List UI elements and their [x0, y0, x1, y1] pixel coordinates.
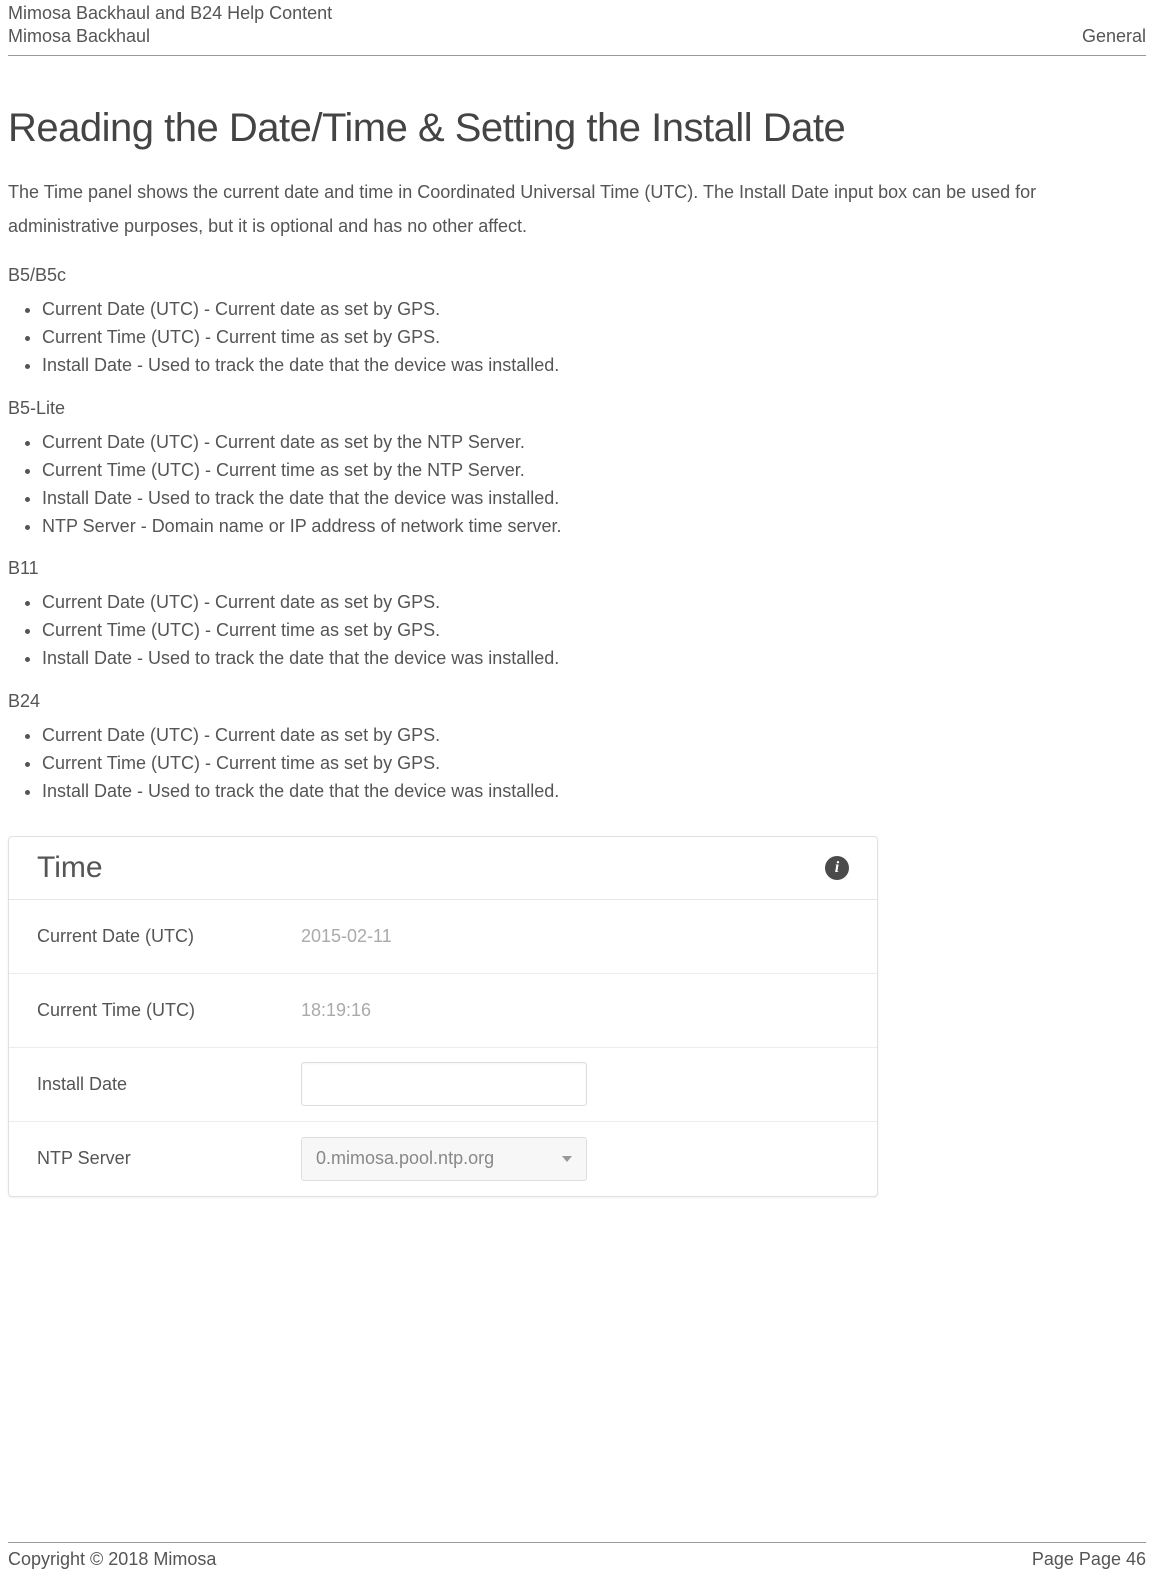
section-label-b24: B24 [8, 691, 1146, 712]
row-current-time: Current Time (UTC) 18:19:16 [9, 974, 877, 1048]
current-time-value: 18:19:16 [301, 1000, 371, 1021]
current-time-label: Current Time (UTC) [37, 1000, 301, 1021]
ntp-server-value: 0.mimosa.pool.ntp.org [316, 1148, 494, 1169]
footer-copyright: Copyright © 2018 Mimosa [8, 1549, 216, 1570]
section-label-b5lite: B5-Lite [8, 398, 1146, 419]
list-item: NTP Server - Domain name or IP address o… [42, 513, 1146, 541]
install-date-label: Install Date [37, 1074, 301, 1095]
ntp-server-label: NTP Server [37, 1148, 301, 1169]
current-date-value: 2015-02-11 [301, 926, 392, 947]
row-current-date: Current Date (UTC) 2015-02-11 [9, 900, 877, 974]
row-ntp-server: NTP Server 0.mimosa.pool.ntp.org [9, 1122, 877, 1196]
time-panel-title: Time [37, 851, 103, 885]
header-left: Mimosa Backhaul and B24 Help Content Mim… [8, 2, 332, 49]
page-header: Mimosa Backhaul and B24 Help Content Mim… [8, 0, 1146, 56]
header-section: General [1082, 25, 1146, 48]
install-date-input[interactable] [301, 1062, 587, 1106]
list-item: Install Date - Used to track the date th… [42, 485, 1146, 513]
list-item: Current Time (UTC) - Current time as set… [42, 750, 1146, 778]
list-b5lite: Current Date (UTC) - Current date as set… [42, 429, 1146, 541]
page-footer: Copyright © 2018 Mimosa Page Page 46 [8, 1542, 1146, 1570]
list-b24: Current Date (UTC) - Current date as set… [42, 722, 1146, 806]
time-panel-header: Time i [9, 837, 877, 900]
list-item: Current Date (UTC) - Current date as set… [42, 589, 1146, 617]
time-panel: Time i Current Date (UTC) 2015-02-11 Cur… [8, 836, 878, 1197]
page-title: Reading the Date/Time & Setting the Inst… [8, 106, 1146, 151]
list-b5: Current Date (UTC) - Current date as set… [42, 296, 1146, 380]
list-item: Current Time (UTC) - Current time as set… [42, 457, 1146, 485]
list-item: Install Date - Used to track the date th… [42, 778, 1146, 806]
list-item: Current Date (UTC) - Current date as set… [42, 429, 1146, 457]
intro-paragraph: The Time panel shows the current date an… [8, 175, 1146, 243]
current-date-label: Current Date (UTC) [37, 926, 301, 947]
list-item: Current Date (UTC) - Current date as set… [42, 722, 1146, 750]
footer-page-number: Page Page 46 [1032, 1549, 1146, 1570]
list-item: Current Date (UTC) - Current date as set… [42, 296, 1146, 324]
chevron-down-icon [562, 1156, 572, 1162]
list-item: Install Date - Used to track the date th… [42, 645, 1146, 673]
list-item: Install Date - Used to track the date th… [42, 352, 1146, 380]
list-item: Current Time (UTC) - Current time as set… [42, 324, 1146, 352]
section-label-b11: B11 [8, 558, 1146, 579]
header-title-line2: Mimosa Backhaul [8, 25, 332, 48]
section-label-b5: B5/B5c [8, 265, 1146, 286]
ntp-server-select[interactable]: 0.mimosa.pool.ntp.org [301, 1137, 587, 1181]
header-title-line1: Mimosa Backhaul and B24 Help Content [8, 2, 332, 25]
list-item: Current Time (UTC) - Current time as set… [42, 617, 1146, 645]
info-icon[interactable]: i [825, 856, 849, 880]
row-install-date: Install Date [9, 1048, 877, 1122]
list-b11: Current Date (UTC) - Current date as set… [42, 589, 1146, 673]
